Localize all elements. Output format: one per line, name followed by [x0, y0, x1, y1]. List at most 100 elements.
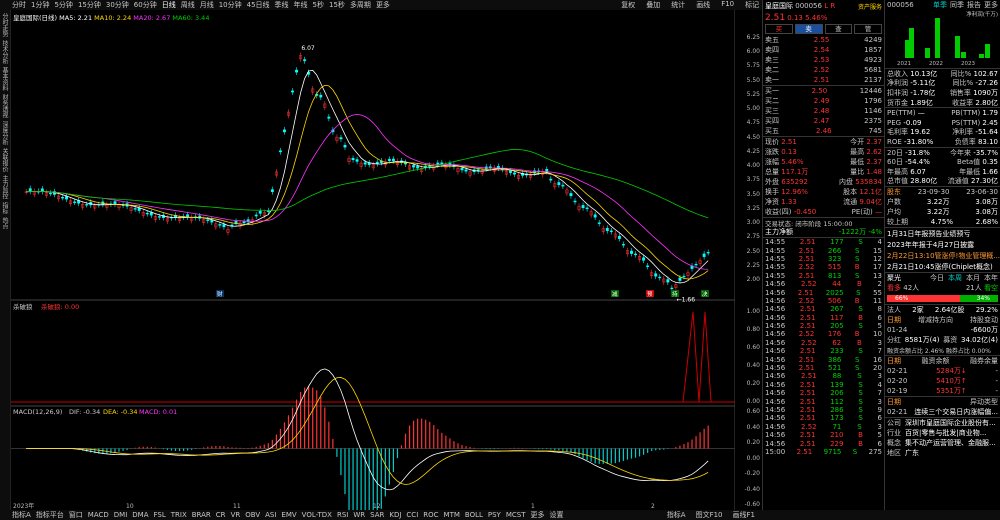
indicator-tab-TRIX[interactable]: TRIX: [171, 511, 187, 519]
period-tab-季线[interactable]: 季线: [275, 0, 289, 10]
bottom-指标A[interactable]: 指标A: [667, 510, 686, 520]
indicator-tab-ASI[interactable]: ASI: [265, 511, 276, 519]
indicator-tab-ROC[interactable]: ROC: [423, 511, 438, 519]
indicator-tab-MTM[interactable]: MTM: [444, 511, 460, 519]
stat-label: 涨幅: [765, 158, 782, 166]
indicator-tab-RSI[interactable]: RSI: [337, 511, 348, 519]
toolbar-叠加[interactable]: 叠加: [646, 0, 660, 10]
leftbar-tab[interactable]: 财务透视: [0, 94, 9, 118]
toolbar-复权[interactable]: 复权: [621, 0, 635, 10]
period-tab-15秒[interactable]: 15秒: [329, 0, 345, 10]
sentiment-tab[interactable]: 今日: [930, 273, 944, 283]
query-button[interactable]: 查: [824, 24, 853, 34]
indicator-tab-MCST[interactable]: MCST: [506, 511, 526, 519]
bottom-画线F1[interactable]: 画线F1: [733, 510, 755, 520]
period-tab-年线[interactable]: 年线: [294, 0, 308, 10]
leftbar-tab[interactable]: 指标: [0, 202, 9, 214]
toolbar-标记[interactable]: 标记: [745, 0, 759, 10]
company-row-cell: 深圳市皇庭国际企业股份有...: [905, 419, 996, 428]
sell-button[interactable]: 卖: [794, 24, 823, 34]
bull-label[interactable]: 看多: [887, 284, 901, 292]
leftbar-tab[interactable]: 深度分析: [0, 121, 9, 145]
fin-value: -5.11亿: [910, 79, 936, 88]
f10-tab[interactable]: 报告: [967, 0, 981, 10]
period-tab-分时[interactable]: 分时: [12, 0, 26, 10]
indicator-tab-VOL-TDX[interactable]: VOL-TDX: [302, 511, 332, 519]
toolbar-统计[interactable]: 统计: [671, 0, 685, 10]
sentiment-tab[interactable]: 本周: [948, 273, 962, 283]
indicator-tab-DMA[interactable]: DMA: [132, 511, 148, 519]
toolbar-F10[interactable]: F10: [721, 0, 734, 10]
indicator-tab-BRAR[interactable]: BRAR: [192, 511, 211, 519]
tick-time: 14:55: [765, 254, 786, 263]
candle-body: [278, 150, 282, 153]
indicator-tab-设置[interactable]: 设置: [550, 510, 564, 520]
news-item[interactable]: 2月22日13:10管涨停!物业管理概...: [885, 250, 1000, 261]
period-tab-1分钟[interactable]: 1分钟: [31, 0, 49, 10]
tick-volume: 386: [828, 355, 842, 364]
macd-tick: -0.20: [744, 470, 760, 477]
period-tab-日线[interactable]: 日线: [162, 0, 176, 10]
indicator-tab-VR[interactable]: VR: [231, 511, 241, 519]
indicator-tab-CR[interactable]: CR: [216, 511, 226, 519]
indicator-tab-MACD[interactable]: MACD: [88, 511, 109, 519]
news-item[interactable]: 2月21日10:45涨停(Chiplet概念): [885, 261, 1000, 272]
leftbar-tab[interactable]: 分时走势: [0, 13, 9, 37]
indicator-tab-WR[interactable]: WR: [353, 511, 365, 519]
margin-row: 02-19 5351万↑ -: [885, 386, 1000, 396]
f10-tab[interactable]: 单季: [933, 0, 947, 10]
f10-tab[interactable]: 更多: [984, 0, 998, 10]
x-label: 1: [531, 503, 535, 510]
news-item[interactable]: 1月31日年报预告业绩预亏: [885, 228, 1000, 239]
kline-chart[interactable]: 6.07 ←1.66 财 减 预 持 决杀破狼 杀破狼: 0.00 MACD(12,26,9) D…: [11, 10, 735, 510]
period-tab-5分钟[interactable]: 5分钟: [54, 0, 72, 10]
event-tag: 持: [672, 290, 678, 298]
period-tab-周线[interactable]: 周线: [181, 0, 195, 10]
indicator-tab-FSL[interactable]: FSL: [154, 511, 166, 519]
leftbar-tab[interactable]: 关联报价: [0, 148, 9, 172]
holders-row-cell: 3.22万: [926, 198, 950, 207]
leftbar-tab[interactable]: 热点: [0, 217, 9, 229]
tick-price: 2.51: [799, 313, 816, 322]
tick-count: 11: [873, 296, 882, 305]
indicator-tab-指标A[interactable]: 指标A: [12, 510, 31, 520]
toolbar-画线[interactable]: 画线: [696, 0, 710, 10]
tick-count: 16: [873, 355, 882, 364]
indicator-tab-更多[interactable]: 更多: [531, 510, 545, 520]
period-tab-多周期[interactable]: 多周期: [350, 0, 371, 10]
sentiment-tab[interactable]: 本年: [984, 273, 998, 283]
leftbar-tab[interactable]: 主力监控: [0, 175, 9, 199]
indicator-tab-EMV[interactable]: EMV: [281, 511, 296, 519]
tick-row: 14:56 2.52 176 B 10: [763, 330, 884, 338]
indicator-tab-窗口[interactable]: 窗口: [69, 510, 83, 520]
sentiment-tab[interactable]: 本月: [966, 273, 980, 283]
leftbar-tab[interactable]: 技术分析: [0, 40, 9, 64]
news-item[interactable]: 2023年年报于4月27日披露: [885, 239, 1000, 250]
period-tab-45日线[interactable]: 45日线: [247, 0, 270, 10]
bottom-图文F10[interactable]: 图文F10: [696, 510, 723, 520]
period-tab-月线[interactable]: 月线: [200, 0, 214, 10]
bear-label[interactable]: 看空: [984, 284, 998, 292]
indicator-tab-DMI[interactable]: DMI: [114, 511, 128, 519]
buy-button[interactable]: 买: [765, 24, 793, 34]
ma-label: MA5: 2.21: [59, 14, 93, 22]
period-tab-10分钟[interactable]: 10分钟: [219, 0, 242, 10]
indicator-tab-指标平台[interactable]: 指标平台: [36, 510, 64, 520]
indicator-tab-BOLL[interactable]: BOLL: [465, 511, 483, 519]
period-tab-更多[interactable]: 更多: [376, 0, 390, 10]
perf-right: 流通值 27.30亿: [948, 176, 998, 186]
indicator-tab-KDJ[interactable]: KDJ: [389, 511, 401, 519]
period-tab-15分钟[interactable]: 15分钟: [78, 0, 101, 10]
asset-service-button[interactable]: 资产服务: [858, 2, 882, 11]
leftbar-tab[interactable]: 基本资料: [0, 67, 9, 91]
period-tab-5秒[interactable]: 5秒: [313, 0, 324, 10]
indicator-tab-OBV[interactable]: OBV: [245, 511, 260, 519]
indicator-tab-PSY[interactable]: PSY: [488, 511, 501, 519]
indicator-tab-SAR[interactable]: SAR: [370, 511, 384, 519]
sentiment-title: 聚光: [887, 274, 901, 283]
indicator-tab-CCI[interactable]: CCI: [406, 511, 418, 519]
period-tab-60分钟[interactable]: 60分钟: [134, 0, 157, 10]
period-tab-30分钟[interactable]: 30分钟: [106, 0, 129, 10]
manage-button[interactable]: 管: [854, 24, 882, 34]
f10-tab[interactable]: 同季: [950, 0, 964, 10]
